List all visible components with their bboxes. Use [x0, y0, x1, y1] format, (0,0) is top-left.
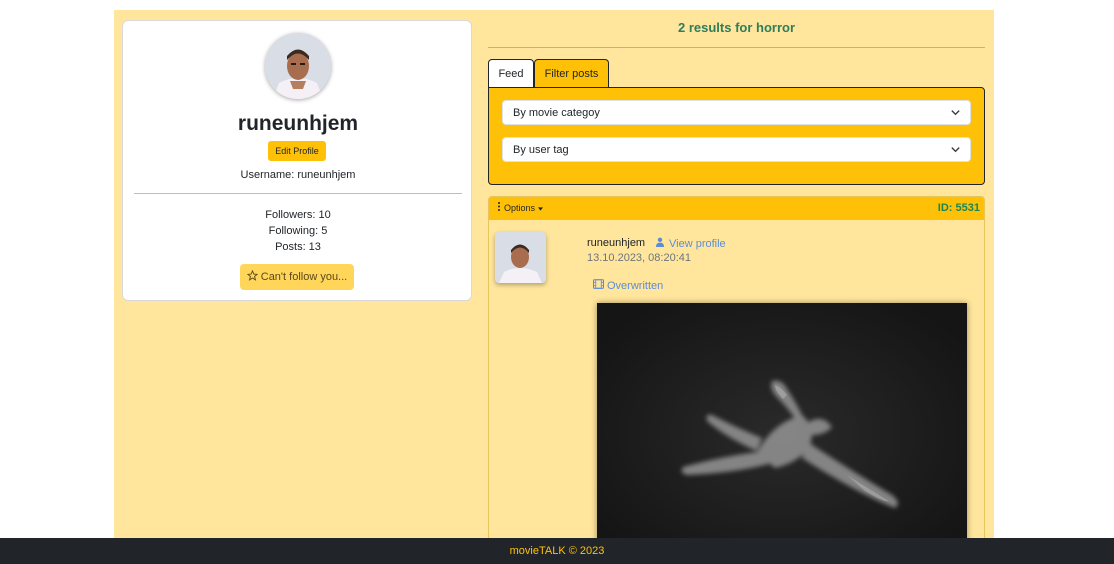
- post-image: [597, 303, 967, 563]
- post-author-avatar[interactable]: [495, 232, 546, 283]
- post-author-name: runeunhjem: [587, 237, 646, 249]
- movie-title-link[interactable]: Overwritten: [593, 279, 663, 292]
- user-tag-select-value: By user tag: [513, 143, 569, 156]
- footer-copyright: movieTALK © 2023: [509, 545, 605, 557]
- post-card: Options ID: 5531 runeunhjem View profile…: [488, 196, 985, 564]
- profile-divider: [134, 193, 462, 194]
- main-container: runeunhjem Edit Profile Username: runeun…: [114, 10, 994, 564]
- username-label: Username: runeunhjem: [240, 169, 356, 181]
- options-label: Options: [504, 202, 536, 213]
- post-timestamp: 13.10.2023, 08:20:41: [587, 252, 691, 264]
- tab-feed[interactable]: Feed: [488, 59, 534, 87]
- profile-stats: Followers: 10 Following: 5 Posts: 13: [123, 207, 473, 255]
- following-count: Following: 5: [268, 225, 328, 237]
- edit-profile-button[interactable]: Edit Profile: [268, 141, 326, 161]
- filter-panel: By movie categoy By user tag: [488, 87, 985, 185]
- person-icon: [655, 237, 665, 250]
- movie-title-label: Overwritten: [607, 279, 664, 292]
- post-header: Options ID: 5531: [489, 197, 984, 220]
- options-dropdown[interactable]: Options: [497, 202, 544, 213]
- vertical-dots-icon: [497, 202, 501, 213]
- user-tag-select[interactable]: By user tag: [502, 137, 971, 162]
- profile-card: runeunhjem Edit Profile Username: runeun…: [122, 20, 472, 301]
- view-profile-label: View profile: [669, 237, 726, 250]
- movie-category-select[interactable]: By movie categoy: [502, 100, 971, 125]
- view-profile-link[interactable]: View profile: [655, 237, 726, 250]
- follow-button[interactable]: Can't follow you...: [240, 264, 354, 290]
- results-divider: [488, 47, 985, 48]
- footer: movieTALK © 2023: [0, 538, 1114, 564]
- star-outline-icon: [246, 269, 259, 284]
- posts-count: Posts: 13: [275, 241, 321, 253]
- caret-down-icon: [538, 203, 544, 213]
- follow-button-label: Can't follow you...: [260, 271, 348, 283]
- followers-count: Followers: 10: [265, 209, 331, 221]
- movie-category-select-value: By movie categoy: [513, 106, 600, 119]
- results-heading: 2 results for horror: [677, 20, 796, 35]
- chevron-down-icon: [950, 144, 961, 155]
- chevron-down-icon: [950, 107, 961, 118]
- profile-username-heading: runeunhjem: [237, 112, 359, 135]
- film-icon: [593, 279, 604, 292]
- post-id: ID: 5531: [937, 202, 980, 214]
- tab-filter-posts[interactable]: Filter posts: [534, 59, 609, 87]
- profile-avatar: [265, 33, 331, 99]
